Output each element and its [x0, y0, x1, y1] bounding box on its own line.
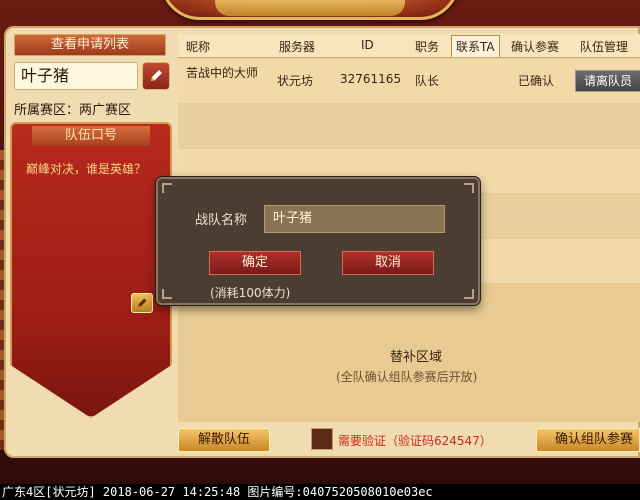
header-role: 职务 — [415, 40, 440, 54]
kick-member-button[interactable]: 请离队员 — [575, 70, 640, 92]
pencil-icon — [138, 298, 147, 307]
slogan-text: 巅峰对决，谁是英雄？ — [26, 162, 147, 176]
team-name-label: 战队名称 — [195, 213, 248, 228]
verify-label: 需要验证（验证码624547） — [338, 434, 492, 448]
rename-dialog — [156, 177, 480, 305]
member-name: 苦战中的大师 — [186, 66, 259, 80]
slogan-title: 队伍口号 — [32, 126, 150, 146]
member-status: 已确认 — [518, 74, 555, 88]
member-server: 状元坊 — [277, 74, 314, 88]
cancel-button[interactable]: 取消 — [342, 251, 434, 275]
disband-team-button[interactable]: 解散队伍 — [178, 428, 270, 452]
confirm-team-button[interactable]: 确认组队参赛 — [536, 428, 640, 452]
corner-ornament — [464, 183, 474, 193]
corner-ornament — [464, 289, 474, 299]
header-id: ID — [361, 38, 374, 52]
table-row[interactable]: 苦战中的大师 状元坊 32761165 队长 已确认 请离队员 — [178, 59, 640, 103]
team-name-input[interactable]: 叶子猪 — [264, 205, 445, 233]
header-server: 服务器 — [279, 40, 316, 54]
edit-team-name-button[interactable] — [142, 62, 170, 90]
header-manage: 队伍管理 — [580, 40, 629, 54]
corner-ornament — [162, 289, 172, 299]
cost-note: (消耗100体力) — [210, 286, 291, 300]
substitute-note: (全队确认组队参赛后开放) — [336, 370, 478, 384]
table-row-empty — [178, 104, 640, 148]
header-confirm: 确认参赛 — [511, 40, 560, 54]
screenshot-info-bar: 广东4区[状元坊] 2018-06-27 14:25:48 图片编号:04075… — [0, 484, 640, 500]
verify-checkbox[interactable] — [311, 428, 333, 450]
member-role: 队长 — [415, 74, 440, 88]
zone-label: 所属赛区：两广赛区 — [14, 103, 132, 118]
edit-slogan-button[interactable] — [131, 293, 153, 313]
confirm-button[interactable]: 确定 — [209, 251, 301, 275]
member-id: 32761165 — [340, 72, 402, 86]
title-ornament — [215, 0, 405, 16]
corner-ornament — [162, 183, 172, 193]
header-nickname: 昵称 — [186, 40, 211, 54]
table-header: 昵称 服务器 ID 职务 联系TA 确认参赛 队伍管理 — [178, 34, 640, 58]
team-name-display: 叶子猪 — [14, 62, 138, 90]
view-applications-button[interactable]: 查看申请列表 — [14, 34, 166, 56]
substitute-title: 替补区域 — [390, 350, 443, 365]
pencil-icon — [151, 70, 162, 81]
tab-contact[interactable]: 联系TA — [451, 35, 500, 57]
